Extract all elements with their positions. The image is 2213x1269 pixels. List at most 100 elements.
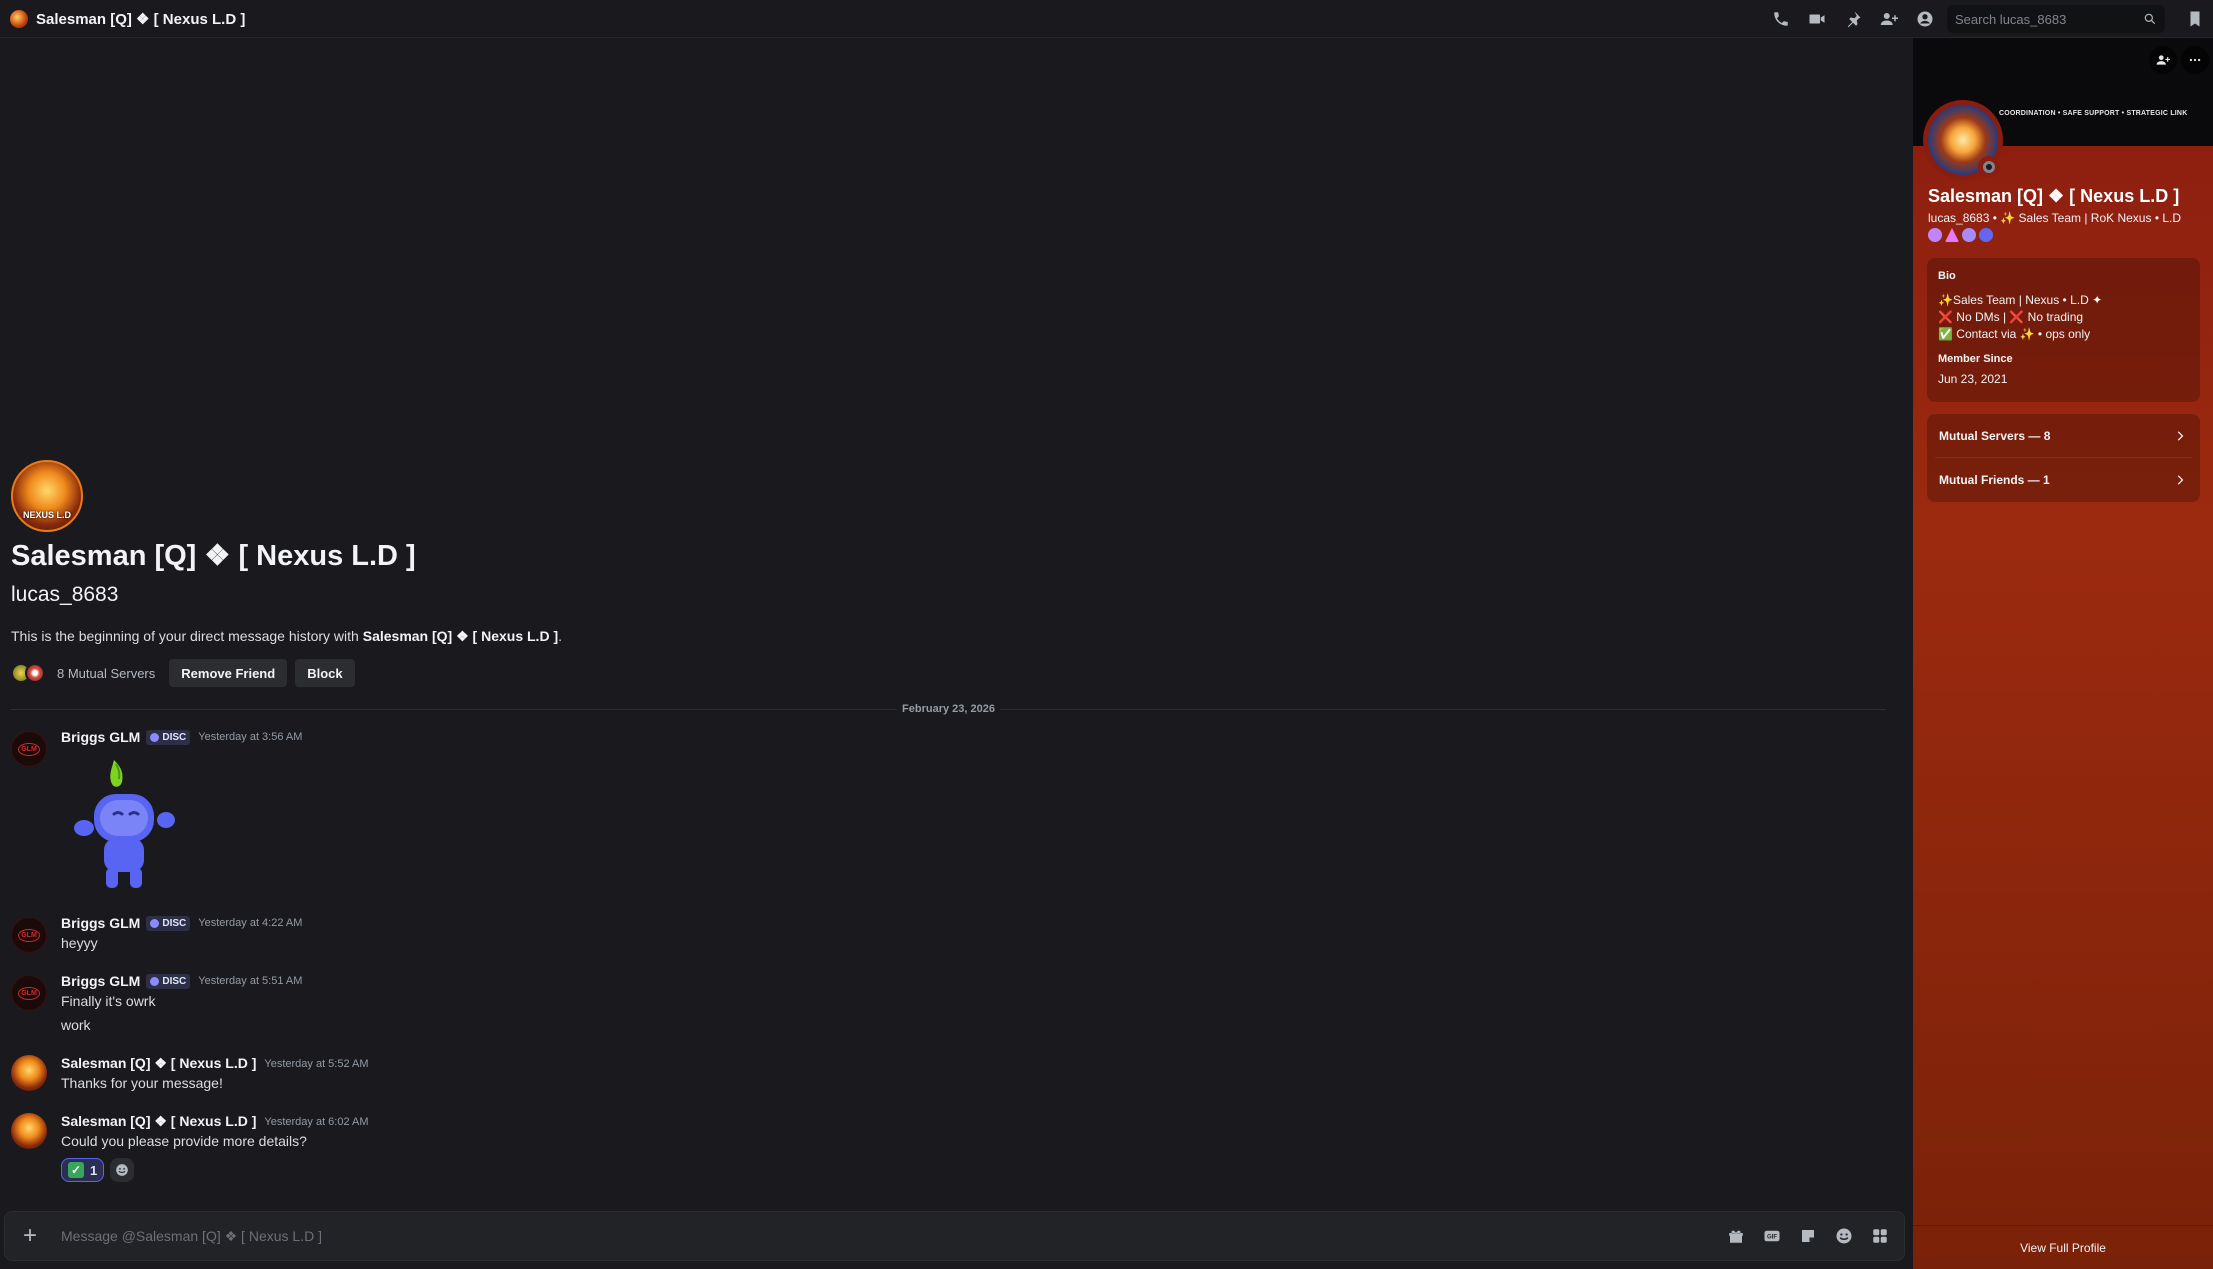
message-author[interactable]: Briggs GLM [61, 729, 140, 745]
inbox-icon[interactable] [2177, 0, 2213, 38]
server-tag[interactable]: DISC [146, 915, 191, 931]
bio-card: Bio ✨Sales Team | Nexus • L.D ✦ ❌ No DMs… [1927, 258, 2200, 402]
badge-icon[interactable] [1945, 228, 1959, 242]
mutual-servers-link[interactable]: 8 Mutual Servers [57, 666, 155, 681]
badge-icon[interactable] [1979, 228, 1993, 242]
server-tag[interactable]: DISC [146, 973, 191, 989]
profile-panel: COORDINATION • SAFE SUPPORT • STRATEGIC … [1913, 38, 2213, 1269]
intro-name: Salesman [Q] ❖ [ Nexus L.D ] [11, 540, 416, 572]
video-icon[interactable] [1799, 0, 1835, 38]
avatar-text: GLM [18, 742, 40, 756]
pin-icon[interactable] [1835, 0, 1871, 38]
tag-icon [150, 732, 160, 742]
badge-icon[interactable] [1962, 228, 1976, 242]
message-author[interactable]: Briggs GLM [61, 973, 140, 989]
bio-line: ✨Sales Team | Nexus • L.D ✦ [1938, 293, 2103, 307]
avatar-text: GLM [18, 986, 40, 1000]
server-tag[interactable]: DISC [146, 729, 191, 745]
emoji-icon[interactable] [1826, 1218, 1862, 1254]
message-author[interactable]: Briggs GLM [61, 915, 140, 931]
bio-line: ✅ Contact via ✨ • ops only [1938, 327, 2091, 341]
bio-label: Bio [1938, 270, 1956, 282]
date-divider: February 23, 2026 [11, 703, 1886, 715]
intro-description: This is the beginning of your direct mes… [11, 628, 562, 645]
message-text: Could you please provide more details? [61, 1133, 307, 1149]
emoji-icon [116, 1164, 129, 1176]
message-time: Yesterday at 5:52 AM [264, 1057, 369, 1070]
message-input[interactable]: Message @Salesman [Q] ❖ [ Nexus L.D ] [55, 1211, 1718, 1261]
message-time: Yesterday at 3:56 AM [198, 731, 303, 743]
date-divider-label: February 23, 2026 [896, 703, 1001, 715]
reaction-count: 1 [90, 1162, 98, 1178]
avatar[interactable]: GLM [11, 917, 47, 953]
intro-desc-suffix: . [558, 628, 562, 644]
add-friend-icon[interactable] [1871, 0, 1907, 38]
apps-icon[interactable] [1862, 1218, 1898, 1254]
message-header: Salesman [Q] ❖ [ Nexus L.D ] Yesterday a… [61, 1055, 369, 1072]
more-options-button[interactable] [2181, 46, 2209, 74]
header-toolbar: Search lucas_8683 [1763, 0, 2213, 38]
banner-caption: COORDINATION • SAFE SUPPORT • STRATEGIC … [1999, 110, 2188, 117]
member-since-date: Jun 23, 2021 [1938, 372, 2008, 386]
gift-icon[interactable] [1718, 1218, 1754, 1254]
block-button[interactable]: Block [295, 659, 355, 687]
profile-badges [1928, 228, 1993, 242]
intro-actions: 8 Mutual Servers Remove Friend Block [11, 659, 355, 687]
avatar[interactable] [11, 1055, 47, 1091]
avatar-text: GLM [18, 928, 40, 942]
message-time: Yesterday at 4:22 AM [198, 917, 303, 929]
chevron-right-icon [2177, 474, 2184, 485]
mutuals-card: Mutual Servers — 8 Mutual Friends — 1 [1927, 414, 2200, 502]
message-text: work [61, 1017, 91, 1033]
mutual-server-avatar[interactable] [25, 663, 45, 683]
add-friend-button[interactable] [2149, 46, 2177, 74]
intro-desc-name: Salesman [Q] ❖ [ Nexus L.D ] [362, 628, 559, 644]
message-text: Finally it's owrk [61, 993, 156, 1009]
dm-avatar [10, 9, 28, 28]
message-header: Briggs GLM DISC Yesterday at 5:51 AM [61, 973, 302, 989]
tag-icon [150, 976, 160, 986]
search-input[interactable]: Search lucas_8683 [1947, 5, 2165, 33]
view-full-profile-link[interactable]: View Full Profile [1913, 1225, 2213, 1269]
mutual-servers-label: Mutual Servers — 8 [1939, 428, 2051, 443]
message-header: Salesman [Q] ❖ [ Nexus L.D ] Yesterday a… [61, 1113, 369, 1130]
wumpus-sticker[interactable] [70, 756, 182, 894]
message-time: Yesterday at 5:51 AM [198, 975, 303, 987]
intro-desc-prefix: This is the beginning of your direct mes… [11, 628, 363, 644]
mutual-friends-row[interactable]: Mutual Friends — 1 [1927, 458, 2200, 501]
composer-tools: GIF [1718, 1218, 1898, 1254]
message-author[interactable]: Salesman [Q] ❖ [ Nexus L.D ] [61, 1055, 256, 1072]
search-icon [2144, 13, 2156, 25]
chevron-right-icon [2177, 430, 2184, 441]
avatar[interactable]: GLM [11, 975, 47, 1011]
dm-title: Salesman [Q] ❖ [ Nexus L.D ] [36, 10, 246, 28]
remove-friend-button[interactable]: Remove Friend [169, 659, 288, 687]
profile-meta: lucas_8683 • ✨ Sales Team | RoK Nexus • … [1928, 211, 2182, 225]
avatar[interactable] [11, 1113, 47, 1149]
tag-label: DISC [162, 917, 187, 929]
sticker-icon[interactable] [1790, 1218, 1826, 1254]
chat-area [0, 38, 1912, 1269]
add-reaction-button[interactable] [110, 1158, 135, 1182]
badge-icon[interactable] [1928, 228, 1942, 242]
gif-icon[interactable]: GIF [1754, 1218, 1790, 1254]
tag-label: DISC [162, 975, 187, 987]
attach-plus-icon[interactable]: + [5, 1211, 55, 1261]
check-icon: ✓ [68, 1162, 84, 1178]
reaction-checkmark[interactable]: ✓ 1 [61, 1158, 105, 1182]
tag-label: DISC [162, 731, 187, 743]
profile-toggle-icon[interactable] [1907, 0, 1943, 38]
message-text: Thanks for your message! [61, 1075, 223, 1091]
message-composer: + Message @Salesman [Q] ❖ [ Nexus L.D ] … [4, 1211, 1905, 1261]
search-placeholder: Search lucas_8683 [1955, 11, 2067, 27]
phone-icon[interactable] [1763, 0, 1799, 38]
message-header: Briggs GLM DISC Yesterday at 3:56 AM [61, 729, 302, 745]
profile-name: Salesman [Q] ❖ [ Nexus L.D ] [1928, 186, 2180, 206]
reactions: ✓ 1 [61, 1158, 135, 1182]
tag-icon [150, 918, 160, 928]
svg-text:GIF: GIF [1767, 1235, 1777, 1241]
message-author[interactable]: Salesman [Q] ❖ [ Nexus L.D ] [61, 1113, 256, 1130]
mutual-servers-row[interactable]: Mutual Servers — 8 [1927, 414, 2200, 457]
avatar[interactable]: GLM [11, 731, 47, 767]
member-since-label: Member Since [1938, 353, 2013, 365]
